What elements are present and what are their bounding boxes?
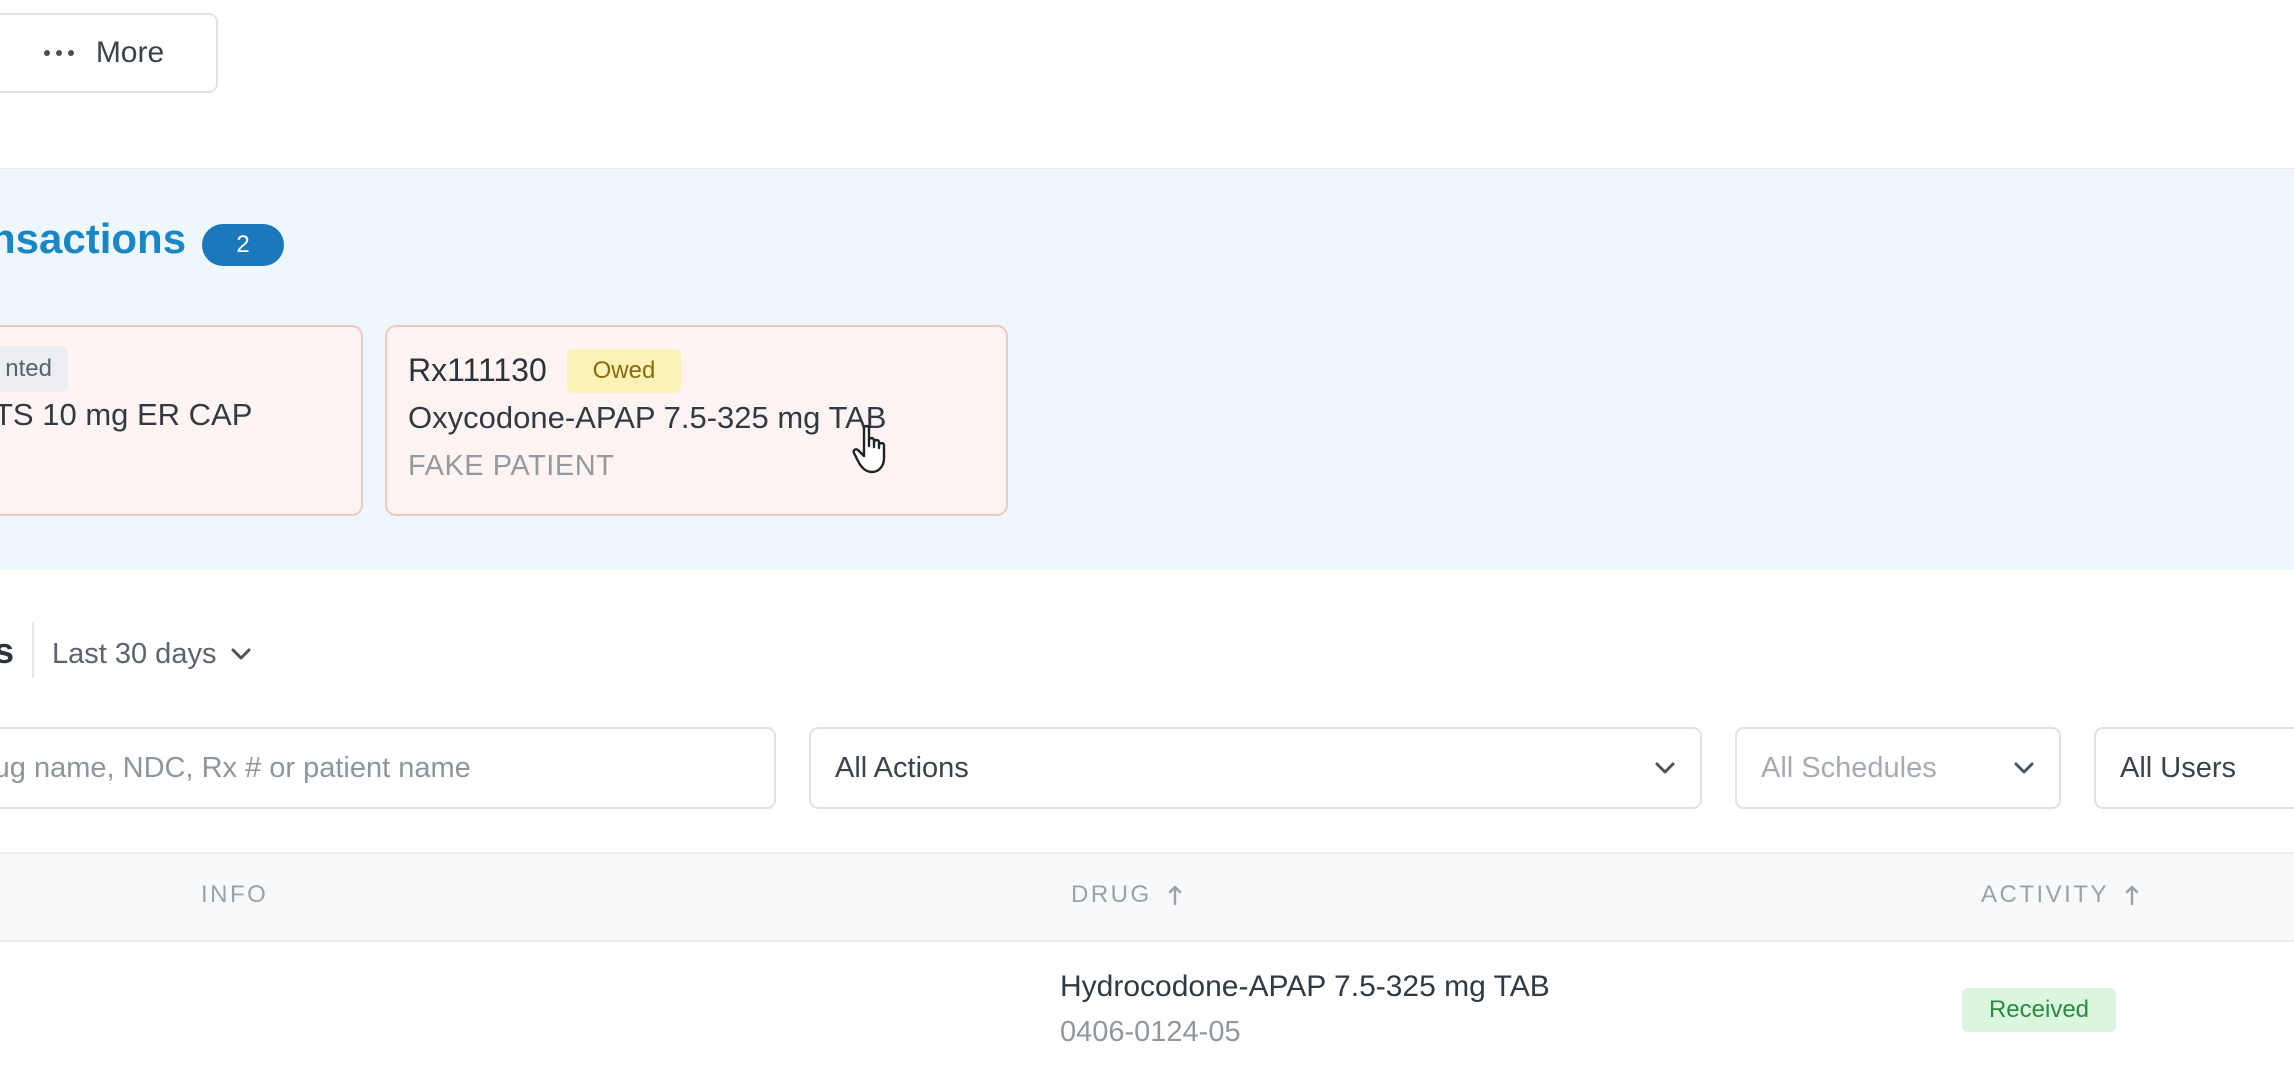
schedules-select-value: All Schedules — [1761, 751, 1937, 784]
actions-select-value: All Actions — [835, 751, 969, 784]
more-button-label: More — [95, 36, 165, 69]
arrow-up-icon — [1168, 884, 1182, 906]
row-ndc: 0406-0124-05 — [1060, 1016, 1241, 1048]
status-badge: nted — [0, 346, 68, 392]
users-select-value: All Users — [2120, 751, 2237, 784]
column-header-label: INFO — [201, 881, 269, 908]
row-drug-name: Hydrocodone-APAP 7.5-325 mg TAB — [1060, 970, 1550, 1003]
ellipsis-icon — [43, 50, 74, 56]
chevron-down-icon — [2013, 761, 2035, 775]
divider — [32, 622, 34, 678]
column-header-label: ACTIVITY — [1981, 881, 2110, 908]
transaction-patient: FAKE PATIENT — [408, 450, 615, 482]
section-heading: s — [0, 630, 15, 671]
column-header-drug[interactable]: DRUG — [1071, 881, 1182, 909]
column-header-activity[interactable]: ACTIVITY — [1981, 881, 2139, 909]
column-header-info: INFO — [201, 881, 268, 909]
transactions-count-badge: 2 — [202, 224, 284, 266]
status-badge: Owed — [567, 349, 681, 393]
column-header-label: DRUG — [1071, 881, 1152, 908]
activity-badge: Received — [1962, 988, 2116, 1032]
schedules-select[interactable]: All Schedules — [1735, 727, 2061, 809]
search-input[interactable] — [0, 750, 750, 786]
users-select[interactable]: All Users — [2094, 727, 2294, 809]
actions-select[interactable]: All Actions — [809, 727, 1702, 809]
arrow-up-icon — [2125, 884, 2139, 906]
search-field[interactable] — [0, 727, 776, 809]
transactions-title: nsactions — [0, 215, 187, 262]
chevron-down-icon — [1654, 761, 1676, 775]
chevron-down-icon — [230, 647, 252, 661]
transaction-drug: TS 10 mg ER CAP — [0, 397, 253, 432]
transaction-rx-number: Rx111130 — [408, 352, 547, 388]
transaction-drug: Oxycodone-APAP 7.5-325 mg TAB — [408, 400, 887, 435]
date-range-select[interactable]: Last 30 days — [52, 632, 252, 676]
date-range-label: Last 30 days — [52, 637, 217, 670]
hand-pointer-icon — [852, 424, 892, 476]
more-button[interactable]: More — [0, 13, 218, 93]
